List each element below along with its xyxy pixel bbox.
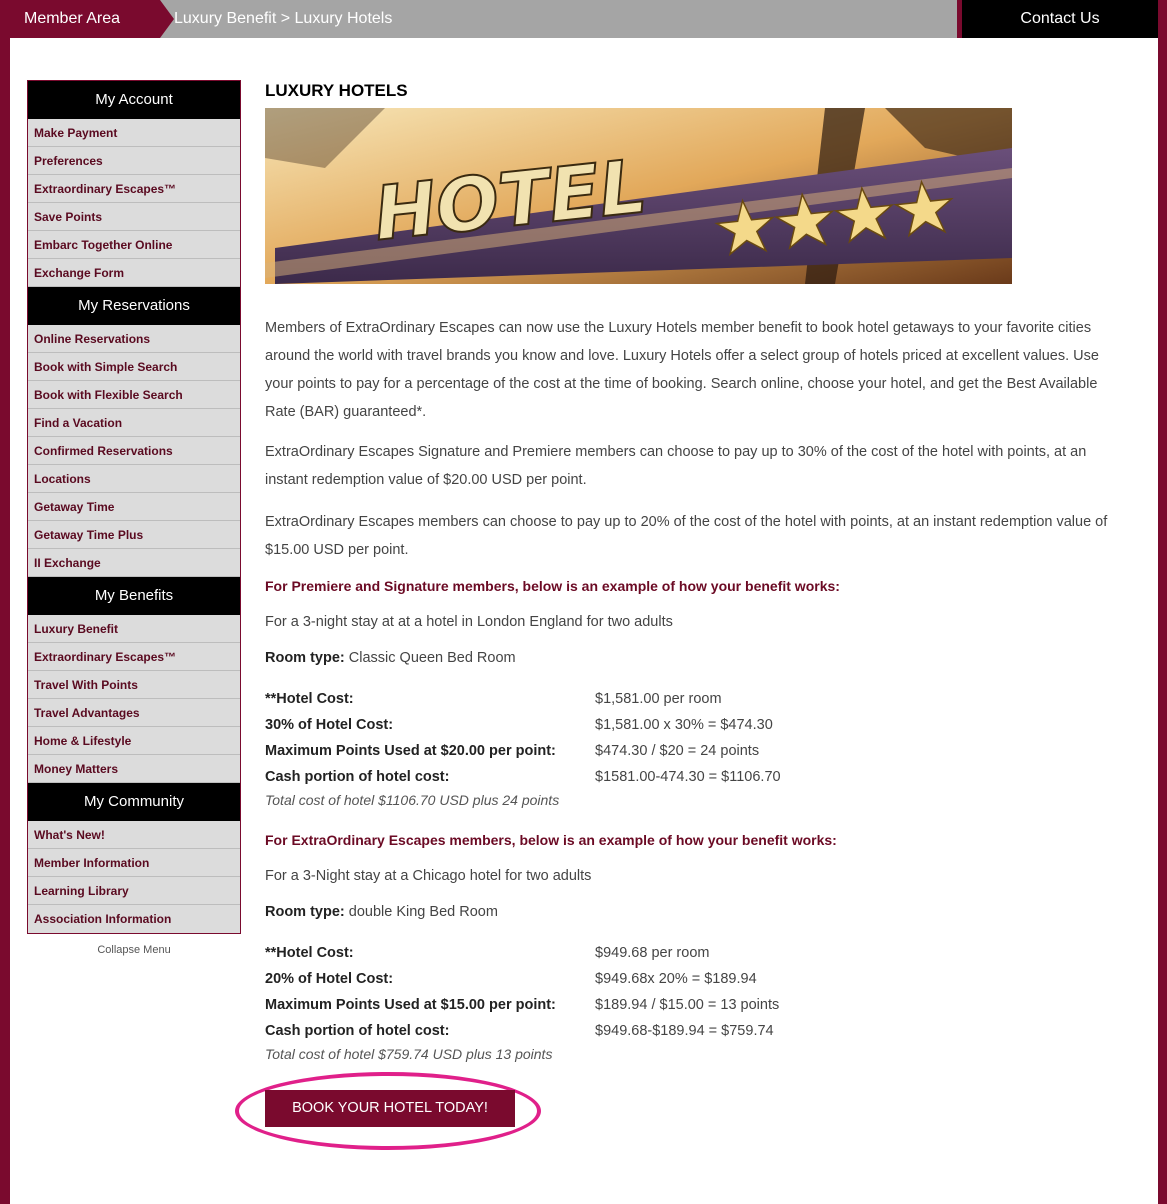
main-content: LUXURY HOTELS HOTEL Members of ExtraOrdi… (235, 80, 1125, 1152)
example1-room-type: Room type: Classic Queen Bed Room (265, 650, 1125, 666)
sidebar-item-flexible-search[interactable]: Book with Flexible Search (28, 381, 240, 409)
sidebar-item-find-vacation[interactable]: Find a Vacation (28, 409, 240, 437)
example2-heading: For ExtraOrdinary Escapes members, below… (265, 832, 837, 848)
calc-row: Cash portion of hotel cost: $949.68-$189.… (265, 1018, 779, 1044)
calc-row: 20% of Hotel Cost: $949.68x 20% = $189.94 (265, 966, 779, 992)
calc-label: **Hotel Cost: (265, 945, 354, 961)
calc-value: $949.68x 20% = $189.94 (595, 971, 757, 987)
sidebar-item-travel-with-points[interactable]: Travel With Points (28, 671, 240, 699)
calc-row: Cash portion of hotel cost: $1581.00-474.… (265, 764, 781, 790)
member-area-link[interactable]: Member Area (10, 0, 174, 38)
sidebar-menu: My Account Make Payment Preferences Extr… (27, 80, 241, 934)
sidebar-item-extraordinary-escapes[interactable]: Extraordinary Escapes™ (28, 175, 240, 203)
calc-row: **Hotel Cost: $1,581.00 per room (265, 686, 781, 712)
sidebar-heading-my-reservations: My Reservations (28, 287, 240, 325)
book-button-wrap: BOOK YOUR HOTEL TODAY! (235, 1072, 565, 1152)
sidebar-heading-my-account: My Account (28, 81, 240, 119)
top-bar: Luxury Benefit > Luxury Hotels Member Ar… (10, 0, 1158, 38)
example1-total: Total cost of hotel $1106.70 USD plus 24… (265, 792, 560, 808)
sidebar-item-make-payment[interactable]: Make Payment (28, 119, 240, 147)
page-content: My Account Make Payment Preferences Extr… (10, 38, 1158, 1204)
calc-label: 30% of Hotel Cost: (265, 717, 394, 733)
example1-calculation: **Hotel Cost: $1,581.00 per room 30% of H… (265, 686, 781, 790)
calc-value: $1581.00-474.30 = $1106.70 (595, 769, 781, 785)
member-paragraph: ExtraOrdinary Escapes members can choose… (265, 514, 1108, 558)
calc-label: Cash portion of hotel cost: (265, 769, 450, 785)
sidebar-item-online-reservations[interactable]: Online Reservations (28, 325, 240, 353)
sidebar-item-exchange-form[interactable]: Exchange Form (28, 259, 240, 287)
sidebar-item-home-lifestyle[interactable]: Home & Lifestyle (28, 727, 240, 755)
calc-value: $1,581.00 per room (595, 691, 722, 707)
sidebar-item-confirmed-reservations[interactable]: Confirmed Reservations (28, 437, 240, 465)
sidebar-item-locations[interactable]: Locations (28, 465, 240, 493)
calc-label: Maximum Points Used at $15.00 per point: (265, 997, 556, 1013)
calc-value: $474.30 / $20 = 24 points (595, 743, 760, 759)
calc-row: Maximum Points Used at $20.00 per point:… (265, 738, 781, 764)
sidebar-item-learning-library[interactable]: Learning Library (28, 877, 240, 905)
sidebar-item-preferences[interactable]: Preferences (28, 147, 240, 175)
example2-stay: For a 3-Night stay at a Chicago hotel fo… (265, 868, 592, 884)
page-title: LUXURY HOTELS (265, 81, 408, 100)
sidebar-item-association-information[interactable]: Association Information (28, 905, 240, 933)
sidebar-item-getaway-time-plus[interactable]: Getaway Time Plus (28, 521, 240, 549)
calc-value: $1,581.00 x 30% = $474.30 (595, 717, 773, 733)
sidebar-item-ii-exchange[interactable]: II Exchange (28, 549, 240, 577)
sidebar-item-extraordinary-escapes-benefit[interactable]: Extraordinary Escapes™ (28, 643, 240, 671)
sidebar-item-money-matters[interactable]: Money Matters (28, 755, 240, 783)
collapse-menu-link[interactable]: Collapse Menu (27, 944, 241, 956)
sidebar-item-whats-new[interactable]: What's New! (28, 821, 240, 849)
intro-paragraph: Members of ExtraOrdinary Escapes can now… (265, 320, 1099, 420)
breadcrumb: Luxury Benefit > Luxury Hotels (160, 0, 957, 38)
hotel-hero-image: HOTEL (265, 108, 1012, 284)
sidebar-item-simple-search[interactable]: Book with Simple Search (28, 353, 240, 381)
calc-value: $949.68 per room (595, 945, 710, 961)
calc-label: **Hotel Cost: (265, 691, 354, 707)
sidebar-heading-my-community: My Community (28, 783, 240, 821)
contact-us-link[interactable]: Contact Us (962, 0, 1158, 38)
example2-total: Total cost of hotel $759.74 USD plus 13 … (265, 1046, 553, 1062)
sidebar-item-save-points[interactable]: Save Points (28, 203, 240, 231)
room-type-value: double King Bed Room (344, 904, 498, 920)
example2-calculation: **Hotel Cost: $949.68 per room 20% of Hot… (265, 940, 779, 1044)
breadcrumb-path[interactable]: Luxury Benefit > Luxury Hotels (174, 10, 392, 27)
calc-label: Cash portion of hotel cost: (265, 1023, 450, 1039)
calc-row: 30% of Hotel Cost: $1,581.00 x 30% = $474… (265, 712, 781, 738)
calc-value: $189.94 / $15.00 = 13 points (595, 997, 780, 1013)
calc-row: **Hotel Cost: $949.68 per room (265, 940, 779, 966)
sidebar-item-getaway-time[interactable]: Getaway Time (28, 493, 240, 521)
calc-row: Maximum Points Used at $15.00 per point:… (265, 992, 779, 1018)
calc-value: $949.68-$189.94 = $759.74 (595, 1023, 774, 1039)
room-type-label: Room type: (265, 650, 345, 666)
signature-paragraph: ExtraOrdinary Escapes Signature and Prem… (265, 444, 1087, 488)
room-type-value: Classic Queen Bed Room (344, 650, 516, 666)
book-hotel-button[interactable]: BOOK YOUR HOTEL TODAY! (265, 1090, 515, 1127)
example1-stay: For a 3-night stay at at a hotel in Lond… (265, 614, 673, 630)
calc-label: 20% of Hotel Cost: (265, 971, 394, 987)
sidebar-item-embarc-together[interactable]: Embarc Together Online (28, 231, 240, 259)
sidebar-item-travel-advantages[interactable]: Travel Advantages (28, 699, 240, 727)
example2-room-type: Room type: double King Bed Room (265, 904, 1125, 920)
room-type-label: Room type: (265, 904, 345, 920)
example1-heading: For Premiere and Signature members, belo… (265, 578, 840, 594)
calc-label: Maximum Points Used at $20.00 per point: (265, 743, 556, 759)
sidebar-heading-my-benefits: My Benefits (28, 577, 240, 615)
sidebar-item-member-information[interactable]: Member Information (28, 849, 240, 877)
sidebar-item-luxury-benefit[interactable]: Luxury Benefit (28, 615, 240, 643)
